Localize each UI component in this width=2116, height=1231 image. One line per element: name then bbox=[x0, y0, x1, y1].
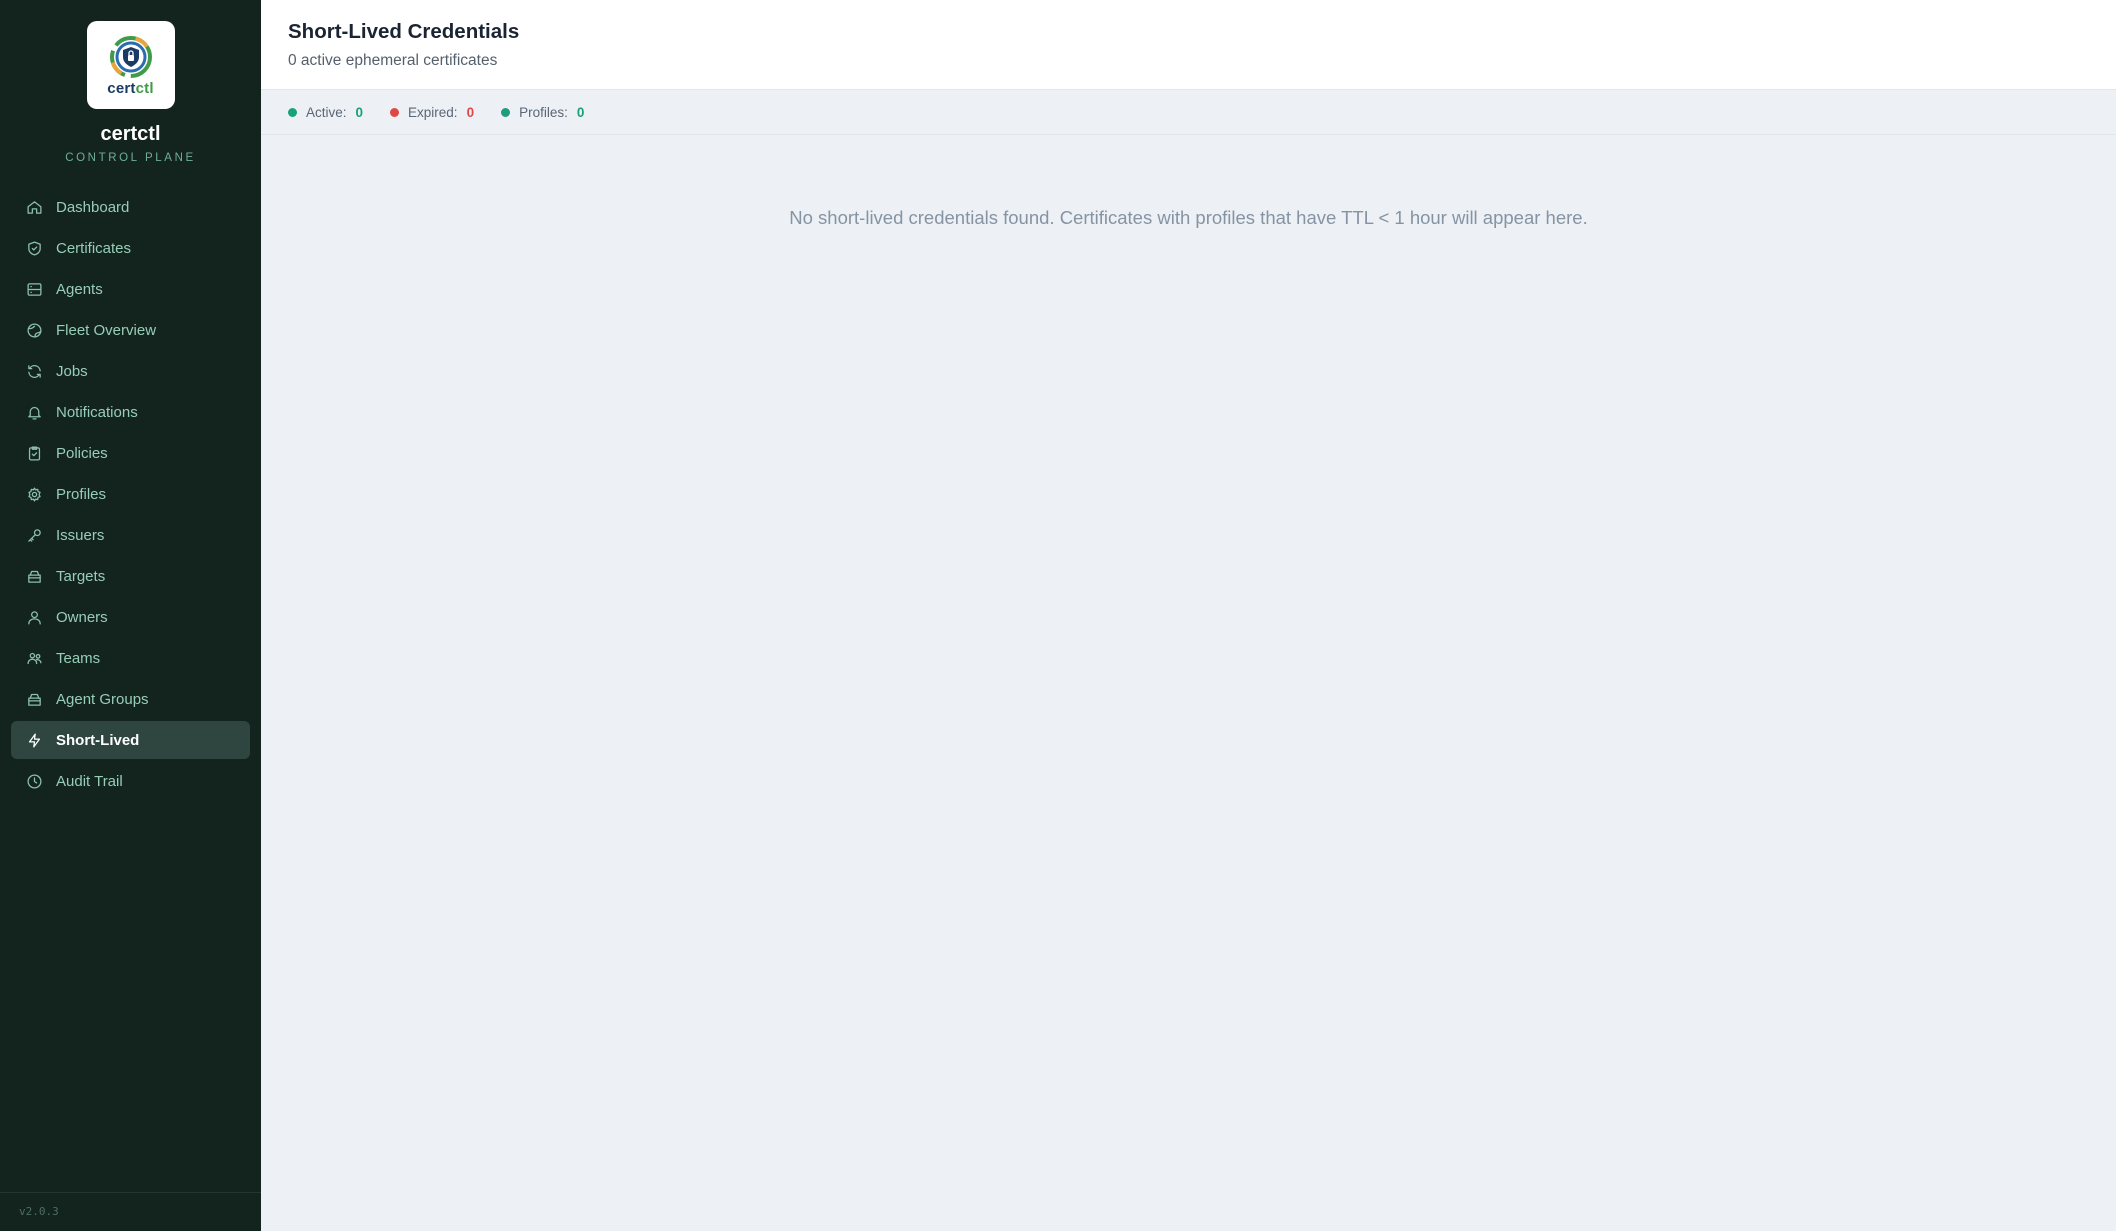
shield-check-icon bbox=[25, 239, 43, 257]
stat-expired-label: Expired: bbox=[408, 104, 458, 120]
sidebar-item-agent-groups[interactable]: Agent Groups bbox=[11, 680, 250, 718]
sidebar-item-targets[interactable]: Targets bbox=[11, 557, 250, 595]
stat-profiles: Profiles: 0 bbox=[501, 105, 584, 120]
gear-icon bbox=[25, 485, 43, 503]
bell-icon bbox=[25, 403, 43, 421]
page-subtitle: 0 active ephemeral certificates bbox=[288, 52, 498, 69]
home-icon bbox=[25, 198, 43, 216]
stats-bar: Active: 0 Expired: 0 Profiles: 0 bbox=[261, 90, 2116, 135]
stat-expired-value: 0 bbox=[466, 104, 475, 120]
expired-dot-icon bbox=[390, 107, 400, 117]
refresh-icon bbox=[25, 362, 43, 380]
sidebar-nav: Dashboard Certificates Agents Fleet Over… bbox=[0, 188, 261, 800]
sidebar-item-short-lived[interactable]: Short-Lived bbox=[11, 721, 250, 759]
sidebar-item-policies[interactable]: Policies bbox=[11, 434, 250, 472]
sidebar-item-fleet-overview[interactable]: Fleet Overview bbox=[11, 311, 250, 349]
sidebar-item-label: Issuers bbox=[56, 526, 105, 544]
sidebar-item-profiles[interactable]: Profiles bbox=[11, 475, 250, 513]
sidebar-item-label: Short-Lived bbox=[56, 731, 140, 749]
stat-active-value: 0 bbox=[355, 104, 364, 120]
profiles-dot-icon bbox=[501, 107, 511, 117]
box-icon bbox=[25, 690, 43, 708]
server-icon bbox=[25, 280, 43, 298]
brand-subtitle: CONTROL PLANE bbox=[65, 152, 196, 164]
sidebar-item-label: Agent Groups bbox=[56, 690, 149, 708]
empty-state-message: No short-lived credentials found. Certif… bbox=[789, 207, 1588, 228]
active-dot-icon bbox=[288, 107, 297, 117]
sidebar-item-label: Audit Trail bbox=[56, 772, 123, 790]
page-title: Short-Lived Credentials bbox=[288, 20, 520, 43]
clipboard-check-icon bbox=[25, 444, 43, 462]
lightning-icon bbox=[25, 731, 43, 749]
stat-profiles-label: Profiles: bbox=[519, 104, 568, 120]
stat-expired: Expired: 0 bbox=[390, 105, 474, 120]
sidebar-item-label: Agents bbox=[56, 280, 103, 298]
sidebar: certctl certctl CONTROL PLANE Dashboard … bbox=[0, 0, 261, 1231]
sidebar-item-owners[interactable]: Owners bbox=[11, 598, 250, 636]
sidebar-item-certificates[interactable]: Certificates bbox=[11, 229, 250, 267]
sidebar-item-dashboard[interactable]: Dashboard bbox=[11, 188, 250, 226]
sidebar-item-agents[interactable]: Agents bbox=[11, 270, 250, 308]
shield-logo-icon bbox=[109, 36, 152, 78]
sidebar-item-label: Fleet Overview bbox=[56, 321, 157, 339]
sidebar-item-notifications[interactable]: Notifications bbox=[11, 393, 250, 431]
sidebar-item-jobs[interactable]: Jobs bbox=[11, 352, 250, 390]
sidebar-item-label: Teams bbox=[56, 649, 101, 667]
sidebar-item-label: Certificates bbox=[56, 239, 132, 257]
main-content: Short-Lived Credentials 0 active ephemer… bbox=[261, 0, 2116, 1231]
users-icon bbox=[25, 649, 43, 667]
page-header: Short-Lived Credentials 0 active ephemer… bbox=[261, 0, 2116, 90]
brand-name: certctl bbox=[100, 123, 161, 145]
box-icon bbox=[25, 567, 43, 585]
sidebar-item-label: Policies bbox=[56, 444, 108, 462]
stat-profiles-value: 0 bbox=[576, 104, 585, 120]
sidebar-item-label: Notifications bbox=[56, 403, 138, 421]
certctl-logo[interactable]: certctl bbox=[86, 21, 175, 109]
sidebar-item-label: Targets bbox=[56, 567, 106, 585]
stat-active-label: Active: bbox=[306, 104, 347, 120]
stat-active: Active: 0 bbox=[288, 105, 363, 120]
app-root: certctl certctl CONTROL PLANE Dashboard … bbox=[0, 0, 2116, 1231]
version-label: v2.0.3 bbox=[0, 1192, 261, 1231]
sidebar-item-issuers[interactable]: Issuers bbox=[11, 516, 250, 554]
user-icon bbox=[25, 608, 43, 626]
brand: certctl certctl CONTROL PLANE bbox=[0, 0, 261, 164]
sidebar-item-teams[interactable]: Teams bbox=[11, 639, 250, 677]
sidebar-item-label: Owners bbox=[56, 608, 108, 626]
sidebar-item-label: Jobs bbox=[56, 362, 88, 380]
logo-wordmark: certctl bbox=[107, 80, 154, 97]
globe-icon bbox=[25, 321, 43, 339]
sidebar-item-audit-trail[interactable]: Audit Trail bbox=[11, 762, 250, 800]
key-icon bbox=[25, 526, 43, 544]
sidebar-item-label: Dashboard bbox=[56, 198, 130, 216]
sidebar-item-label: Profiles bbox=[56, 485, 107, 503]
clock-icon bbox=[25, 772, 43, 790]
